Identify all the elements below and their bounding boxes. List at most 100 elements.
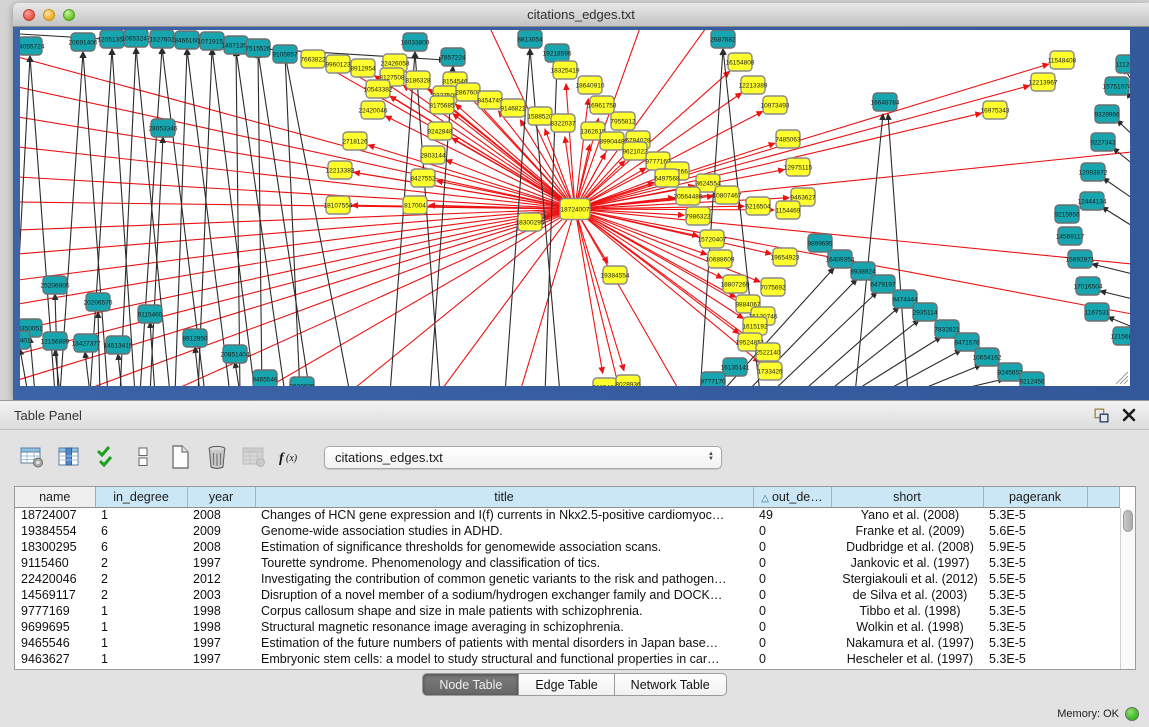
delete-column-icon[interactable] [201,442,233,472]
status-bar: Memory: OK [1057,707,1139,721]
table-vertical-scrollbar[interactable] [1120,508,1135,669]
cell-in_degree: 1 [95,635,187,651]
node-label: 7075692 [760,284,786,291]
node-label: 1167531 [1085,309,1110,316]
cell-title: Corpus callosum shape and size in male p… [255,603,753,619]
node-label: 12213967 [1029,79,1058,86]
node-label: 9242848 [427,128,453,135]
column-header-filler[interactable] [1087,487,1119,507]
table-row[interactable]: 946554611997Estimation of the future num… [15,635,1119,651]
cell-name: 14569117 [15,587,95,603]
node-label: 7485063 [775,136,801,143]
node-label: 7857224 [440,54,466,61]
node-label: 3915401 [20,337,31,344]
node-label: 9115461 [593,384,618,386]
cell-title: Changes of HCN gene expression and I(f) … [255,507,753,523]
function-builder-icon[interactable]: f (x) [275,442,307,472]
node-label: 20691406 [69,39,98,46]
toggle-rows-icon[interactable] [127,442,159,472]
table-row[interactable]: 977716911998Corpus callosum shape and si… [15,603,1119,619]
cell-filler [1087,571,1119,587]
tab-edge-table[interactable]: Edge Table [519,673,614,696]
node-label: 8813054 [517,36,543,43]
float-panel-icon[interactable] [1091,405,1111,425]
node-label: 20206576 [84,299,113,306]
cell-year: 1997 [187,651,255,667]
column-header-short[interactable]: short [831,487,983,507]
scrollbar-thumb[interactable] [1123,510,1133,532]
tab-node-table[interactable]: Node Table [422,673,519,696]
column-header-pagerank[interactable]: pagerank [983,487,1087,507]
table-panel-title: Table Panel [14,408,1083,423]
node-label: 22426058 [381,60,410,67]
node-label: 18724007 [561,206,590,213]
cell-in_degree: 1 [95,651,187,667]
cell-pagerank: 5.3E-5 [983,507,1087,523]
table-selector-dropdown[interactable]: citations_edges.txt ▲▼ [324,446,722,469]
cell-filler [1087,587,1119,603]
cell-filler [1087,651,1119,667]
table-row[interactable]: 1872400712008Changes of HCN gene express… [15,507,1119,523]
cell-year: 2008 [187,507,255,523]
node-label: 12213389 [739,82,768,89]
node-label: 9146821 [500,105,526,112]
network-canvas[interactable]: 1405572420691406120513531065324715276028… [20,30,1130,386]
show-columns-icon[interactable] [53,442,85,472]
tab-network-table[interactable]: Network Table [615,673,727,696]
column-header-year[interactable]: year [187,487,255,507]
column-header-name[interactable]: name [15,487,95,507]
select-all-columns-icon[interactable] [90,442,122,472]
cell-year: 2003 [187,587,255,603]
node-label: 9960123 [325,61,351,68]
table-type-tabbar: Node TableEdge TableNetwork Table [0,673,1149,696]
node-label: 9105957 [272,51,298,58]
cell-title: Embryonic stem cells: a model to study s… [255,651,753,667]
node-label: 6216504 [745,203,771,210]
table-row[interactable]: 946362711997Embryonic stem cells: a mode… [15,651,1119,667]
cell-short: Yano et al. (2008) [831,507,983,523]
close-panel-icon[interactable] [1119,405,1139,425]
table-row[interactable]: 969969511998Structural magnetic resonanc… [15,619,1119,635]
table-row[interactable]: 1938455462009Genome-wide association stu… [15,523,1119,539]
cell-name: 9115460 [15,555,95,571]
cell-short: Dudbridge et al. (2008) [831,539,983,555]
table-row[interactable]: 1830029562008Estimation of significance … [15,539,1119,555]
column-header-out_degree[interactable]: △out_de… [753,487,831,507]
memory-ok-indicator[interactable] [1125,707,1139,721]
cell-short: Hescheler et al. (1997) [831,651,983,667]
node-label: 16409354 [826,256,855,263]
node-label: 8912950 [182,335,208,342]
node-label: 2867608 [455,89,481,96]
cell-year: 2008 [187,539,255,555]
table-selector-value: citations_edges.txt [335,450,443,465]
node-label: 8938924 [850,268,876,275]
cell-out_degree: 0 [753,619,831,635]
table-settings-icon[interactable] [16,442,48,472]
table-row[interactable]: 2242004622012Investigating the contribut… [15,571,1119,587]
cell-out_degree: 49 [753,507,831,523]
cell-in_degree: 1 [95,507,187,523]
table-row[interactable]: 1456911722003Disruption of a novel membe… [15,587,1119,603]
column-header-title[interactable]: title [255,487,753,507]
cell-short: Stergiakouli et al. (2012) [831,571,983,587]
table-row[interactable]: 911546021997Tourette syndrome. Phenomeno… [15,555,1119,571]
node-label: 9463627 [790,194,816,201]
cell-title: Structural magnetic resonance image aver… [255,619,753,635]
cell-year: 1998 [187,603,255,619]
citation-network-graph[interactable]: 1405572420691406120513531065324715276028… [20,30,1130,386]
cell-pagerank: 5.3E-5 [983,555,1087,571]
node-label: 2803144 [420,152,446,159]
column-header-in_degree[interactable]: in_degree [95,487,187,507]
create-column-icon[interactable] [164,442,196,472]
node-label: 16648784 [871,99,900,106]
cell-year: 2012 [187,571,255,587]
node-label: 15720407 [698,236,727,243]
node-label: 8322037 [550,120,576,127]
canvas-resize-grip[interactable] [1116,372,1128,384]
node-label: 20564486 [674,193,703,200]
node-label: 1615192 [742,323,768,330]
node-label: 8912954 [350,65,376,72]
window-titlebar[interactable]: citations_edges.txt [13,3,1149,27]
node-label: 22420046 [359,107,388,114]
cell-year: 1997 [187,555,255,571]
